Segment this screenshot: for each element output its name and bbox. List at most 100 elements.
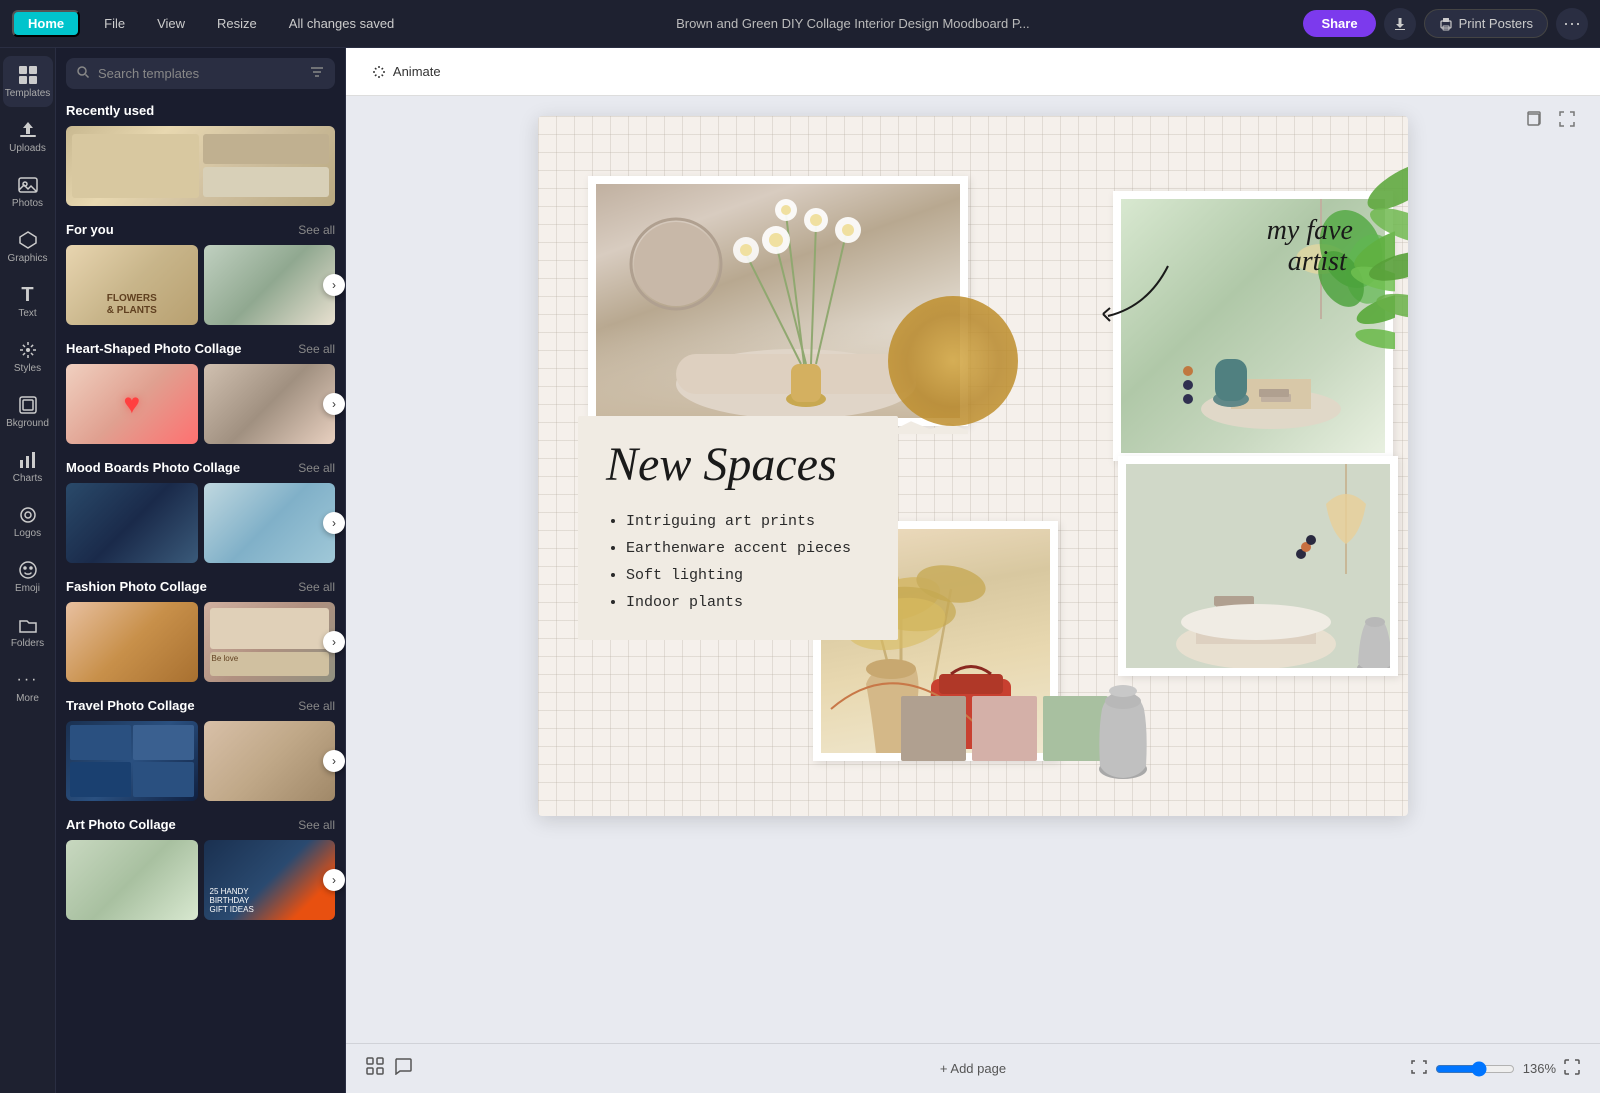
mood-boards-see-all[interactable]: See all [298,461,335,475]
animate-label: Animate [393,64,441,79]
for-you-header: For you See all [66,222,335,237]
color-swatch-pink[interactable] [972,696,1037,761]
home-button[interactable]: Home [12,10,80,37]
search-bar [66,58,335,89]
template-thumb[interactable]: ♥ [66,364,198,444]
template-thumb[interactable] [66,840,198,920]
zoom-fit-button[interactable] [1411,1059,1427,1078]
file-menu[interactable]: File [96,12,133,35]
plant-leaves [1348,146,1408,346]
comment-button[interactable] [394,1057,412,1080]
for-you-grid: FLOWERS& PLANTS › [66,245,335,325]
template-thumb[interactable]: Be love [204,602,336,682]
heart-collage-header: Heart-Shaped Photo Collage See all [66,341,335,356]
carousel-next-button[interactable]: › [323,750,345,772]
sidebar-item-templates[interactable]: Templates [3,56,53,107]
background-icon [17,394,39,416]
list-item: Indoor plants [626,589,870,616]
sidebar-item-logos[interactable]: Logos [3,496,53,547]
text-label: Text [18,308,36,319]
carousel-next-button[interactable]: › [323,869,345,891]
logos-label: Logos [14,528,41,539]
heart-collage-see-all[interactable]: See all [298,342,335,356]
template-thumb[interactable]: FLOWERS& PLANTS [66,245,198,325]
sidebar-item-text[interactable]: T Text [3,276,53,327]
animate-button[interactable]: Animate [362,60,451,84]
bottom-bar: + Add page 136% [346,1043,1600,1093]
more-options-button[interactable]: ··· [1556,8,1588,40]
recently-used-thumb[interactable] [66,126,335,206]
for-you-section: For you See all FLOWERS& PLANTS › [66,222,335,325]
fave-artist-text: my fave artist [1267,216,1353,278]
template-thumb[interactable] [204,483,336,563]
zoom-level: 136% [1523,1061,1556,1076]
grid-view-button[interactable] [366,1057,384,1080]
sidebar-item-background[interactable]: Bkground [3,386,53,437]
main-layout: Templates Uploads Photos Graphics T Text [0,48,1600,1093]
template-thumb[interactable] [204,364,336,444]
expand-icon[interactable] [1554,106,1580,137]
fashion-collage-see-all[interactable]: See all [298,580,335,594]
saved-status: All changes saved [281,12,403,35]
template-thumb[interactable] [66,602,198,682]
sidebar-item-folders[interactable]: Folders [3,606,53,657]
resize-menu[interactable]: Resize [209,12,265,35]
print-button[interactable]: Print Posters [1424,9,1548,38]
fashion-collage-header: Fashion Photo Collage See all [66,579,335,594]
art-collage-header: Art Photo Collage See all [66,817,335,832]
download-button[interactable] [1384,8,1416,40]
heart-collage-title: Heart-Shaped Photo Collage [66,341,242,356]
canvas-area: Animate [346,48,1600,1093]
heart-collage-section: Heart-Shaped Photo Collage See all ♥ › [66,341,335,444]
filter-icon[interactable] [309,64,325,83]
fashion-collage-section: Fashion Photo Collage See all Be love › [66,579,335,682]
list-item: Earthenware accent pieces [626,535,870,562]
copy-icon[interactable] [1520,106,1546,137]
sidebar-item-uploads[interactable]: Uploads [3,111,53,162]
styles-icon [17,339,39,361]
canvas-content[interactable]: New Spaces Intriguing art prints Earthen… [346,96,1600,1043]
template-thumb[interactable] [66,483,198,563]
sidebar-item-emoji[interactable]: Emoji [3,551,53,602]
bottom-right-photo-frame[interactable] [1118,456,1398,676]
fullscreen-button[interactable] [1564,1059,1580,1078]
sidebar-item-graphics[interactable]: Graphics [3,221,53,272]
zoom-slider[interactable] [1435,1061,1515,1077]
arrow-decoration [1088,246,1188,326]
uploads-icon [17,119,39,141]
travel-collage-see-all[interactable]: See all [298,699,335,713]
charts-label: Charts [13,473,42,484]
sidebar-item-charts[interactable]: Charts [3,441,53,492]
carousel-next-button[interactable]: › [323,393,345,415]
share-button[interactable]: Share [1303,10,1375,37]
color-swatch-brown[interactable] [901,696,966,761]
mood-boards-grid: › [66,483,335,563]
text-panel[interactable]: New Spaces Intriguing art prints Earthen… [578,416,898,640]
art-collage-see-all[interactable]: See all [298,818,335,832]
sidebar-item-more[interactable]: ··· More [3,661,53,712]
print-label: Print Posters [1459,16,1533,31]
add-page-label: + Add page [940,1061,1006,1076]
mood-boards-section: Mood Boards Photo Collage See all › [66,460,335,563]
template-thumb[interactable]: 25 HANDYBIRTHDAYGIFT IDEAS [204,840,336,920]
carousel-next-button[interactable]: › [323,512,345,534]
carousel-next-button[interactable]: › [323,631,345,653]
for-you-see-all[interactable]: See all [298,223,335,237]
sidebar-item-photos[interactable]: Photos [3,166,53,217]
template-thumb[interactable] [204,245,336,325]
moodboard-canvas[interactable]: New Spaces Intriguing art prints Earthen… [538,116,1408,816]
view-menu[interactable]: View [149,12,193,35]
sidebar-item-styles[interactable]: Styles [3,331,53,382]
folders-icon [17,614,39,636]
template-thumb[interactable] [204,721,336,801]
grey-vase [1088,681,1158,786]
add-page-button[interactable]: + Add page [926,1055,1020,1082]
canvas-toolbar: Animate [346,48,1600,96]
template-thumb[interactable] [66,721,198,801]
mood-boards-title: Mood Boards Photo Collage [66,460,240,475]
search-input[interactable] [98,66,301,81]
carousel-next-button[interactable]: › [323,274,345,296]
templates-icon [17,64,39,86]
dot-decorations [1183,366,1193,404]
uploads-label: Uploads [9,143,46,154]
